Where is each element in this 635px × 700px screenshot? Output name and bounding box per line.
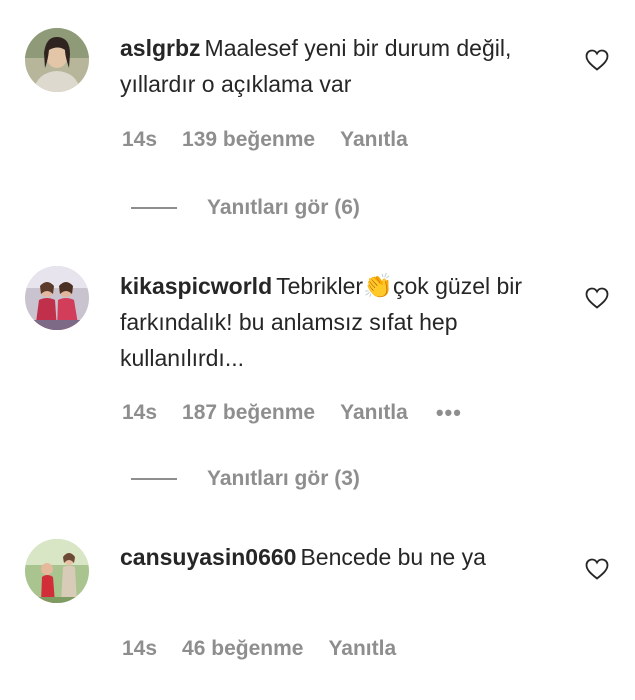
comment-meta: 14s 187 beğenme Yanıtla ••• bbox=[122, 400, 462, 426]
view-replies-label: Yanıtları gör (3) bbox=[207, 467, 360, 490]
comment-text: cansuyasin0660 Bencede bu ne ya bbox=[120, 539, 550, 575]
comment-meta: 14s 139 beğenme Yanıtla bbox=[122, 128, 436, 152]
more-options-icon[interactable]: ••• bbox=[436, 400, 462, 426]
comment-body: Tebrikler bbox=[276, 273, 364, 299]
profile-photo-icon bbox=[25, 266, 89, 330]
comment-text: kikaspicworld Tebrikler👏çok güzel bir far… bbox=[120, 268, 550, 376]
like-button[interactable] bbox=[585, 49, 609, 71]
comment-username[interactable]: aslgrbz bbox=[120, 35, 201, 61]
heart-icon bbox=[585, 287, 609, 309]
like-button[interactable] bbox=[585, 287, 609, 309]
comment-username[interactable]: kikaspicworld bbox=[120, 273, 272, 299]
avatar[interactable] bbox=[25, 28, 89, 92]
reply-button[interactable]: Yanıtla bbox=[340, 401, 408, 425]
avatar[interactable] bbox=[25, 539, 89, 603]
comment-text: aslgrbz Maalesef yeni bir durum değil, yı… bbox=[120, 30, 550, 102]
profile-photo-icon bbox=[25, 28, 89, 92]
comment-time[interactable]: 14s bbox=[122, 128, 157, 152]
likes-count[interactable]: 139 beğenme bbox=[182, 128, 315, 152]
like-button[interactable] bbox=[585, 558, 609, 580]
profile-photo-icon bbox=[25, 539, 89, 603]
comment-username[interactable]: cansuyasin0660 bbox=[120, 544, 296, 570]
heart-icon bbox=[585, 49, 609, 71]
comment-body: Bencede bu ne ya bbox=[300, 544, 486, 570]
view-replies-label: Yanıtları gör (6) bbox=[207, 196, 360, 219]
comment-time[interactable]: 14s bbox=[122, 401, 157, 425]
view-replies-button[interactable]: Yanıtları gör (6) bbox=[131, 196, 360, 220]
likes-count[interactable]: 187 beğenme bbox=[182, 401, 315, 425]
divider-line bbox=[131, 478, 177, 480]
comment-meta: 14s 46 beğenme Yanıtla bbox=[122, 637, 424, 661]
divider-line bbox=[131, 207, 177, 209]
reply-button[interactable]: Yanıtla bbox=[328, 637, 396, 661]
likes-count[interactable]: 46 beğenme bbox=[182, 637, 303, 661]
reply-button[interactable]: Yanıtla bbox=[340, 128, 408, 152]
comment-time[interactable]: 14s bbox=[122, 637, 157, 661]
heart-icon bbox=[585, 558, 609, 580]
view-replies-button[interactable]: Yanıtları gör (3) bbox=[131, 467, 360, 491]
avatar[interactable] bbox=[25, 266, 89, 330]
clapping-hands-emoji: 👏 bbox=[363, 273, 393, 300]
